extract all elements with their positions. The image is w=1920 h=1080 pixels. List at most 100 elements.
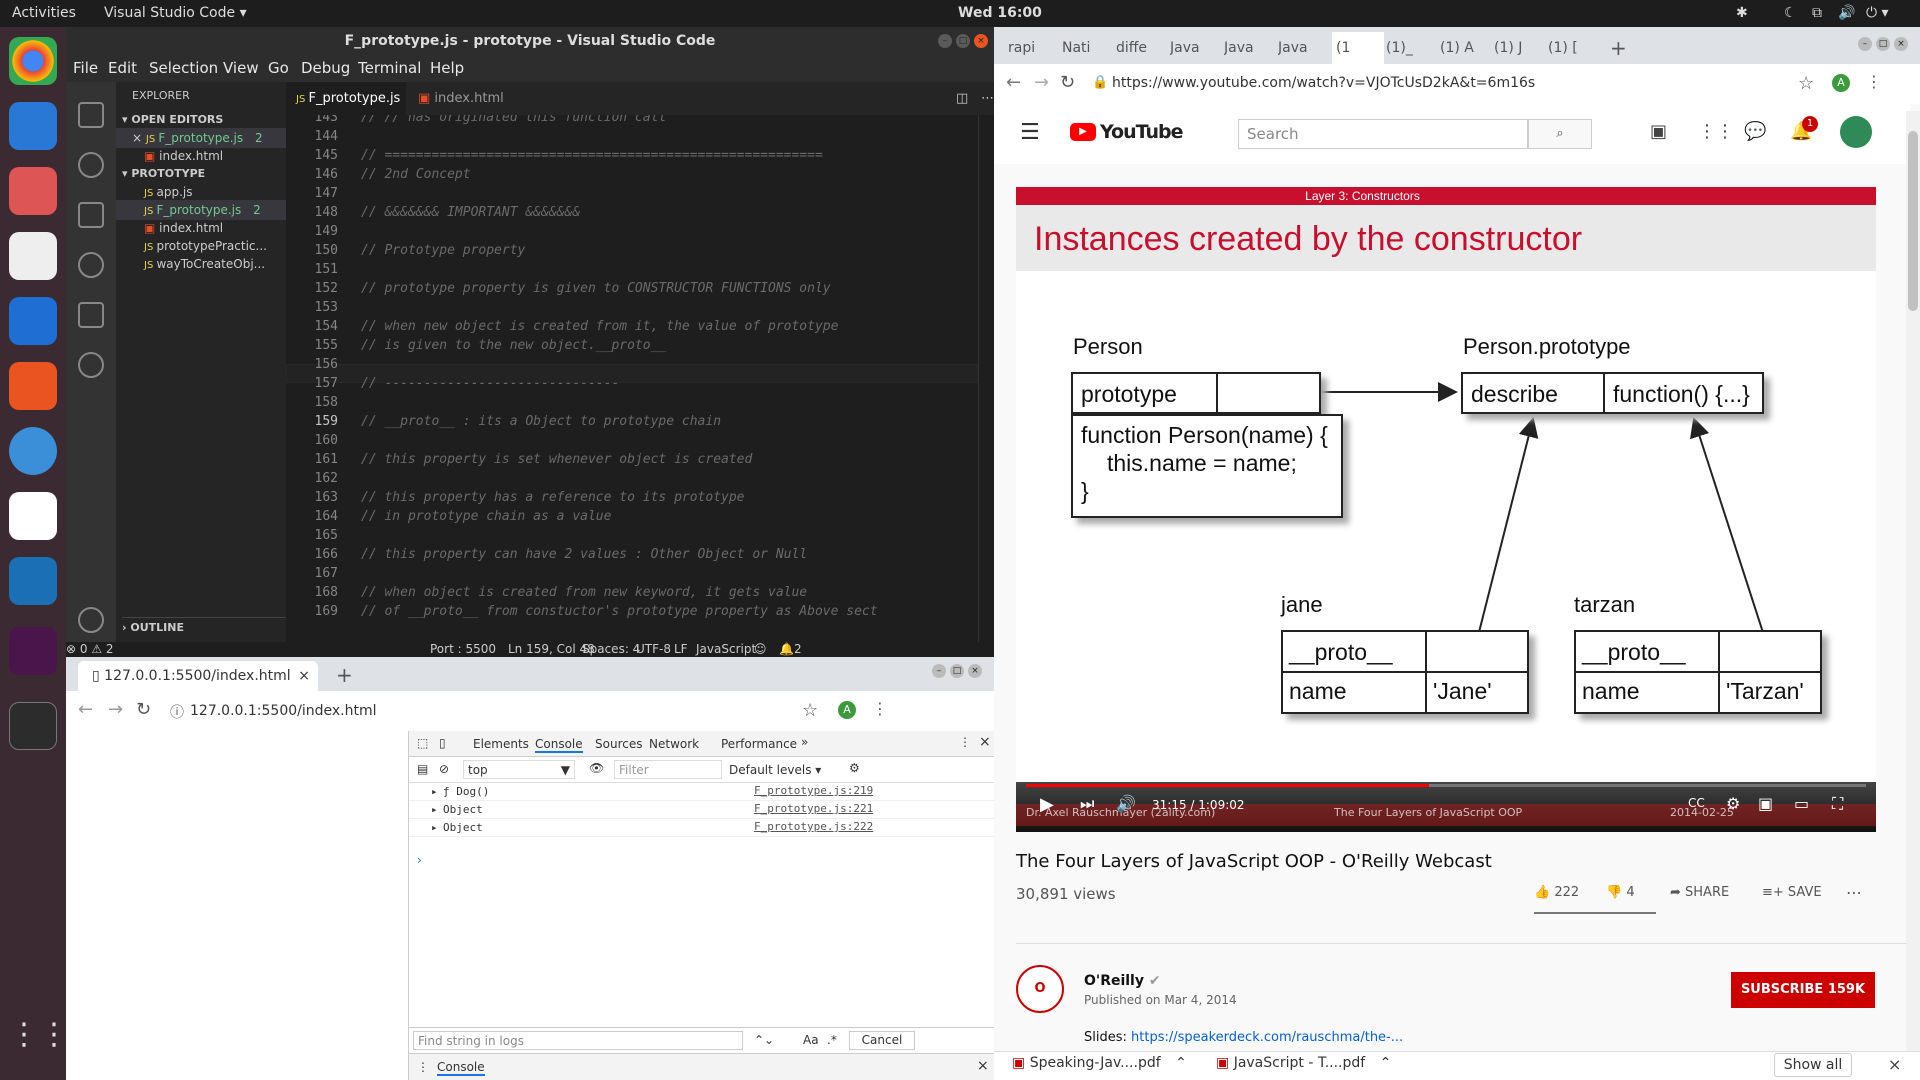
maximize-button[interactable]: □ [956, 34, 970, 48]
show-all-downloads-button[interactable]: Show all [1774, 1053, 1852, 1077]
inspect-icon[interactable]: ⬚ [417, 736, 428, 750]
debug-icon[interactable] [78, 252, 104, 278]
expand-arrow-icon[interactable]: ▸ [431, 785, 438, 798]
console-source-link[interactable]: F_prototype.js:222 [754, 820, 873, 833]
browser-tab[interactable]: (1) A [1440, 32, 1492, 64]
save-button[interactable]: ≡+ SAVE [1762, 885, 1822, 900]
drawer-tab-console[interactable]: Console [437, 1060, 485, 1076]
apps-grid-icon[interactable]: ⋮⋮ [1698, 121, 1734, 142]
menu-edit[interactable]: Edit [108, 59, 137, 77]
menu-selection[interactable]: Selection [149, 59, 218, 77]
line-ending[interactable]: LF [674, 642, 688, 656]
maximize-button[interactable]: □ [950, 664, 964, 678]
next-icon[interactable]: ⏭ [1080, 794, 1094, 814]
lock-icon[interactable]: 🔒 [1092, 75, 1108, 90]
tab-elements[interactable]: Elements [473, 737, 529, 751]
scrollbar-thumb[interactable] [1908, 131, 1918, 311]
forward-icon[interactable]: → [108, 699, 123, 720]
minimap[interactable] [978, 115, 994, 642]
menu-terminal[interactable]: Terminal [358, 59, 421, 77]
live-expression-icon[interactable]: 👁 [589, 761, 604, 775]
code-line[interactable]: // in prototype chain as a value [361, 509, 611, 524]
maximize-button[interactable]: □ [1876, 37, 1890, 51]
theater-mode-icon[interactable]: ▭ [1794, 794, 1809, 813]
close-devtools-icon[interactable]: × [979, 734, 991, 750]
help-icon[interactable] [9, 427, 57, 475]
open-editor-item[interactable]: × JS F_prototype.js 2 [116, 128, 286, 148]
address-bar[interactable]: https://www.youtube.com/watch?v=VJOTcUsD… [1112, 75, 1535, 91]
tab-sources[interactable]: Sources [595, 737, 642, 751]
channel-name[interactable]: O'Reilly ✔ [1084, 973, 1161, 989]
menu-file[interactable]: File [73, 59, 98, 77]
encoding[interactable]: UTF-8 [636, 642, 671, 656]
new-tab-button[interactable]: + [1610, 32, 1627, 64]
drawer-menu-icon[interactable]: ⋮ [417, 1060, 429, 1074]
share-button[interactable]: ➦ SHARE [1670, 885, 1729, 900]
software-center-icon[interactable] [9, 362, 57, 410]
minimize-button[interactable]: – [932, 664, 946, 678]
folder-header[interactable]: ▾ PROTOTYPE [122, 164, 292, 184]
clock[interactable]: Wed 16:00 [958, 5, 1042, 21]
browser-tab[interactable]: Java [1278, 32, 1330, 64]
split-editor-icon[interactable]: ◫ [946, 82, 968, 115]
tab-index-html[interactable]: ▣ index.html [408, 82, 528, 115]
close-tab-icon[interactable]: × [298, 661, 310, 691]
menu-view[interactable]: View [223, 59, 259, 77]
tab-performance[interactable]: Performance [721, 737, 797, 751]
page-scrollbar[interactable] [1906, 111, 1920, 1051]
language-mode[interactable]: JavaScript [696, 642, 756, 656]
code-editor[interactable]: 143 // // has originated this function ca… [286, 115, 994, 642]
search-icon[interactable] [78, 152, 104, 178]
dislike-button[interactable]: 👎 4 [1606, 885, 1635, 900]
chrome-icon[interactable] [9, 37, 57, 85]
browser-tab[interactable]: Java [1224, 32, 1276, 64]
code-line[interactable]: // this property can have 2 values : Oth… [361, 547, 807, 562]
more-actions-icon[interactable]: ⋯ [971, 82, 994, 115]
close-button[interactable]: × [968, 664, 982, 678]
code-line[interactable]: // when new object is created from it, t… [361, 319, 838, 334]
youtube-logo[interactable]: YouTube [1100, 121, 1183, 143]
app-menu[interactable]: Visual Studio Code ▾ [104, 5, 247, 21]
info-icon[interactable]: ⓘ [170, 702, 184, 722]
console-settings-icon[interactable]: ⚙ [849, 761, 860, 775]
device-toolbar-icon[interactable]: ▯ [439, 736, 446, 750]
browser-tab[interactable]: Nati [1062, 32, 1114, 64]
explorer-icon[interactable] [78, 102, 104, 128]
console-filter-input[interactable]: Filter [614, 760, 722, 779]
more-tabs-icon[interactable]: » [801, 735, 808, 749]
youtube-logo-icon[interactable]: ▶ [1070, 123, 1096, 141]
tab-f-prototype[interactable]: JS F_prototype.js × [286, 82, 406, 140]
indentation[interactable]: Spaces: 4 [582, 642, 640, 656]
code-line[interactable]: // &&&&&&& IMPORTANT &&&&&&& [361, 205, 580, 220]
search-prev-icon[interactable]: ⌃⌄ [754, 1033, 774, 1047]
remote-icon[interactable] [78, 352, 104, 378]
console-source-link[interactable]: F_prototype.js:219 [754, 784, 873, 797]
progress-track[interactable] [1026, 784, 1866, 787]
slack-icon[interactable] [9, 627, 57, 675]
context-select[interactable]: top ▼ [463, 760, 575, 779]
app-grid-icon[interactable]: ⋮⋮ [9, 1017, 69, 1065]
volume-icon[interactable]: 🔊 [1838, 5, 1855, 21]
close-downloads-icon[interactable]: × [1888, 1055, 1901, 1074]
slack-tray-icon[interactable]: ✱ [1736, 5, 1748, 21]
slides-link[interactable]: https://speakerdeck.com/rauschma/the-... [1131, 1030, 1403, 1045]
fullscreen-icon[interactable]: ⛶ [1832, 794, 1843, 814]
notifications-icon[interactable]: 🔔 2 [779, 642, 802, 656]
live-server-port[interactable]: Port : 5500 [430, 642, 496, 656]
forward-icon[interactable]: → [1034, 72, 1049, 93]
amazon-icon[interactable] [9, 492, 57, 540]
settings-icon[interactable]: ⚙ [1726, 794, 1740, 813]
night-light-icon[interactable]: ☾ [1784, 5, 1797, 21]
menu-icon[interactable]: ⋮ [1866, 72, 1882, 91]
browser-tab[interactable]: (1 [1332, 32, 1384, 64]
minimize-button[interactable]: – [938, 34, 952, 48]
code-line[interactable]: // __proto__ : its a Object to prototype… [361, 414, 721, 429]
chevron-up-icon[interactable]: ⌃ [1380, 1055, 1392, 1071]
browser-tab[interactable]: (1) J [1494, 32, 1546, 64]
console-prompt[interactable]: › [417, 853, 422, 867]
tab-network[interactable]: Network [649, 737, 699, 751]
search-input[interactable]: Search [1238, 119, 1528, 149]
console-message[interactable]: ▸ ƒ Dog() F_prototype.js:219 [409, 783, 995, 801]
back-icon[interactable]: ← [1006, 72, 1021, 93]
volume-icon[interactable]: 🔊 [1116, 794, 1136, 813]
